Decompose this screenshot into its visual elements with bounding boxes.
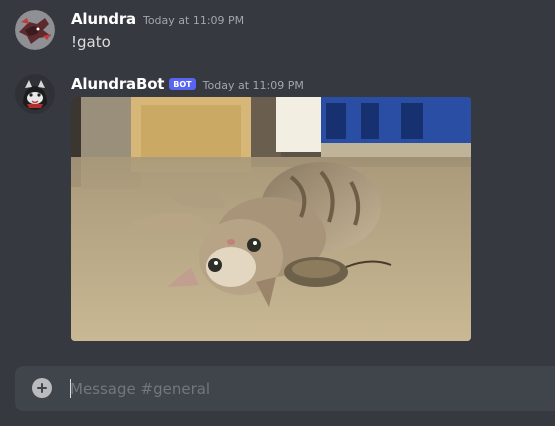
user-avatar[interactable] <box>15 10 55 50</box>
message-composer <box>15 366 555 411</box>
bot-avatar[interactable] <box>15 74 55 114</box>
timestamp: Today at 11:09 PM <box>142 14 245 27</box>
plus-circle-icon[interactable] <box>32 378 52 398</box>
username[interactable]: Alundra <box>71 10 136 28</box>
message-content: !gato <box>71 33 111 51</box>
chat-window: Alundra Today at 11:09 PM !gato AlundraB… <box>0 0 555 426</box>
timestamp: Today at 11:09 PM <box>202 79 304 92</box>
message-header: AlundraBot BOT Today at 11:09 PM <box>71 75 304 93</box>
message-header: Alundra Today at 11:09 PM <box>71 10 244 28</box>
username[interactable]: AlundraBot <box>71 75 164 93</box>
message: Alundra Today at 11:09 PM !gato <box>0 0 555 60</box>
image-attachment[interactable] <box>71 97 471 341</box>
message: AlundraBot BOT Today at 11:09 PM <box>0 66 555 346</box>
bot-tag: BOT <box>169 78 196 90</box>
message-input[interactable] <box>70 366 550 411</box>
